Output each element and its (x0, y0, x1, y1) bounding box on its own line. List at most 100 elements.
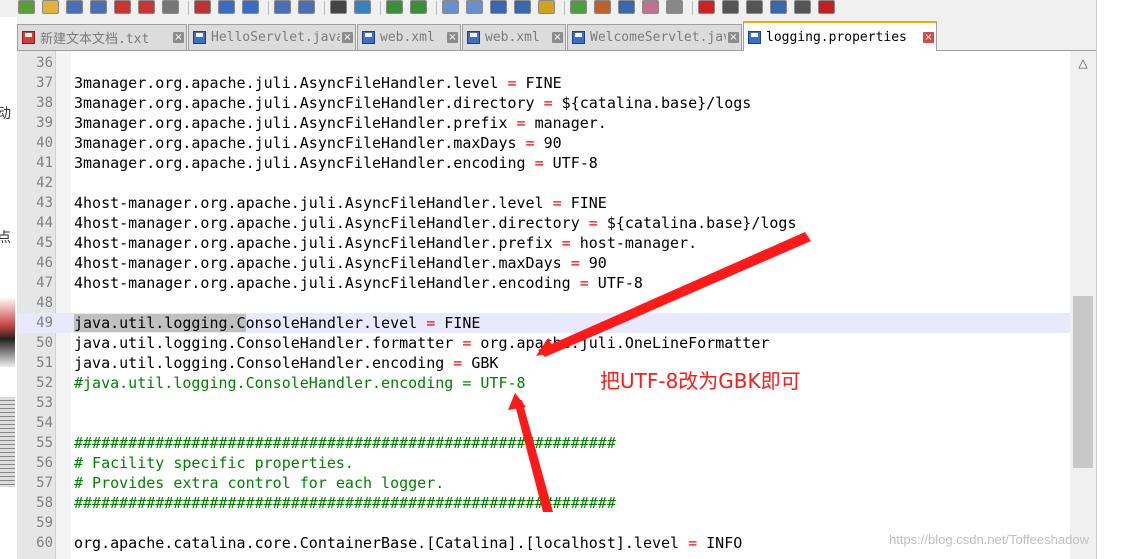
editor-line[interactable]: 55 ######################################… (17, 433, 1070, 453)
editor-line[interactable]: 48 (17, 293, 1070, 313)
function-list-icon[interactable] (618, 0, 635, 14)
background-text-char: 动 (0, 103, 11, 123)
sync-horizontal-icon[interactable] (466, 0, 483, 14)
editor-line[interactable]: 50 java.util.logging.ConsoleHandler.forma… (17, 333, 1070, 353)
editor-line[interactable]: 57 # Provides extra control for each logg… (17, 473, 1070, 493)
line-number: 50 (36, 335, 53, 351)
tab-label: web.xml (380, 30, 435, 45)
editor-line[interactable]: 47 4host-manager.org.apache.juli.AsyncFil… (17, 273, 1070, 293)
line-code: # Facility specific properties. (74, 454, 354, 472)
editor-line[interactable]: 38 3manager.org.apache.juli.AsyncFileHand… (17, 93, 1070, 113)
editor-line[interactable]: 58 ######################################… (17, 493, 1070, 513)
file-save-state-icon (748, 30, 761, 44)
line-code: 4host-manager.org.apache.juli.AsyncFileH… (74, 254, 607, 272)
line-number: 51 (36, 355, 53, 371)
background-text-char: 点 (0, 227, 11, 247)
close-tab-icon[interactable]: × (173, 32, 184, 43)
tab-label: web.xml (485, 30, 540, 45)
line-code: java.util.logging.ConsoleHandler.formatt… (74, 334, 770, 352)
new-file-icon[interactable] (18, 0, 35, 14)
word-wrap-icon[interactable] (490, 0, 507, 14)
play-macro-icon[interactable] (746, 0, 763, 14)
zoom-in-icon[interactable] (386, 0, 403, 14)
scrollbar-thumb[interactable] (1073, 296, 1093, 468)
close-tab-icon[interactable]: × (552, 32, 563, 43)
editor-line[interactable]: 46 4host-manager.org.apache.juli.AsyncFil… (17, 253, 1070, 273)
cut-icon[interactable] (194, 0, 211, 14)
toolbar-separator (324, 1, 325, 15)
line-number: 55 (36, 435, 53, 451)
editor-line[interactable]: 44 4host-manager.org.apache.juli.AsyncFil… (17, 213, 1070, 233)
document-tab[interactable]: WelcomeServlet.java × (567, 24, 742, 50)
editor-line[interactable]: 39 3manager.org.apache.juli.AsyncFileHand… (17, 113, 1070, 133)
stop-macro-icon[interactable] (722, 0, 739, 14)
editor-line[interactable]: 42 (17, 173, 1070, 193)
close-tab-icon[interactable]: × (728, 32, 739, 43)
editor-line[interactable]: 43 4host-manager.org.apache.juli.AsyncFil… (17, 193, 1070, 213)
editor-line[interactable]: 37 3manager.org.apache.juli.AsyncFileHand… (17, 73, 1070, 93)
save-macro-icon[interactable] (794, 0, 811, 14)
close-tab-icon[interactable]: × (923, 31, 934, 43)
line-number: 53 (36, 395, 53, 411)
line-code: 4host-manager.org.apache.juli.AsyncFileH… (74, 234, 698, 252)
toolbar-separator (692, 1, 693, 15)
paste-icon[interactable] (242, 0, 259, 14)
close-tab-icon[interactable]: × (342, 32, 353, 43)
editor-line[interactable]: 45 4host-manager.org.apache.juli.AsyncFil… (17, 233, 1070, 253)
editor-line[interactable]: 41 3manager.org.apache.juli.AsyncFileHand… (17, 153, 1070, 173)
run-macro-icon[interactable] (770, 0, 787, 14)
editor-line[interactable]: 51 java.util.logging.ConsoleHandler.encod… (17, 353, 1070, 373)
redo-icon[interactable] (298, 0, 315, 14)
editor-line[interactable]: 49 java.util.logging.ConsoleHandler.level… (17, 313, 1070, 333)
zoom-out-icon[interactable] (410, 0, 427, 14)
scroll-up-icon[interactable]: △ (1070, 51, 1096, 75)
save-icon[interactable] (66, 0, 83, 14)
copy-icon[interactable] (218, 0, 235, 14)
close-icon[interactable] (114, 0, 131, 14)
editor-line[interactable]: 52 #java.util.logging.ConsoleHandler.enco… (17, 373, 1070, 393)
document-tab[interactable]: web.xml × (357, 24, 461, 50)
line-code: java.util.logging.ConsoleHandler.level =… (74, 314, 481, 332)
editor-lines[interactable]: 36 37 3manager.org.apache.juli.AsyncFileHa… (17, 53, 1070, 553)
indent-guide-icon[interactable] (538, 0, 555, 14)
open-folder-icon[interactable] (42, 0, 59, 14)
record-macro-icon[interactable] (698, 0, 715, 14)
tab-label: HelloServlet.java (211, 30, 340, 45)
editor-line[interactable]: 56 # Facility specific properties. (17, 453, 1070, 473)
line-code: 4host-manager.org.apache.juli.AsyncFileH… (74, 214, 797, 232)
editor-line[interactable]: 36 (17, 53, 1070, 73)
folder-workspace-icon[interactable] (642, 0, 659, 14)
line-number: 54 (36, 415, 53, 431)
code-editor[interactable]: 36 37 3manager.org.apache.juli.AsyncFileHa… (17, 51, 1070, 559)
spell-check-icon[interactable] (818, 0, 835, 14)
document-tab[interactable]: 新建文本文档.txt × (17, 24, 187, 50)
line-number: 48 (36, 295, 53, 311)
print-icon[interactable] (162, 0, 179, 14)
editor-line[interactable]: 53 (17, 393, 1070, 413)
editor-line[interactable]: 40 3manager.org.apache.juli.AsyncFileHand… (17, 133, 1070, 153)
show-all-chars-icon[interactable] (514, 0, 531, 14)
close-tab-icon[interactable]: × (447, 32, 458, 43)
undo-icon[interactable] (274, 0, 291, 14)
lang-icon[interactable] (570, 0, 587, 14)
file-save-state-icon (572, 31, 585, 44)
line-number: 49 (36, 315, 53, 331)
vertical-scrollbar[interactable]: △ (1070, 51, 1096, 559)
toolbar-separator (268, 1, 269, 15)
line-code: 4host-manager.org.apache.juli.AsyncFileH… (74, 194, 607, 212)
editor-line[interactable]: 59 (17, 513, 1070, 533)
sync-vertical-icon[interactable] (442, 0, 459, 14)
find-icon[interactable] (330, 0, 347, 14)
close-all-icon[interactable] (138, 0, 155, 14)
replace-icon[interactable] (354, 0, 371, 14)
toolbar-separator (436, 1, 437, 15)
editor-line[interactable]: 60 org.apache.catalina.core.ContainerBase… (17, 533, 1070, 553)
doc-map-icon[interactable] (594, 0, 611, 14)
document-tab[interactable]: HelloServlet.java × (188, 24, 356, 50)
save-all-icon[interactable] (90, 0, 107, 14)
tab-label: WelcomeServlet.java (590, 30, 726, 45)
document-tab[interactable]: web.xml × (462, 24, 566, 50)
editor-line[interactable]: 54 (17, 413, 1070, 433)
monitoring-icon[interactable] (666, 0, 683, 14)
document-tab[interactable]: logging.properties × (743, 21, 937, 51)
